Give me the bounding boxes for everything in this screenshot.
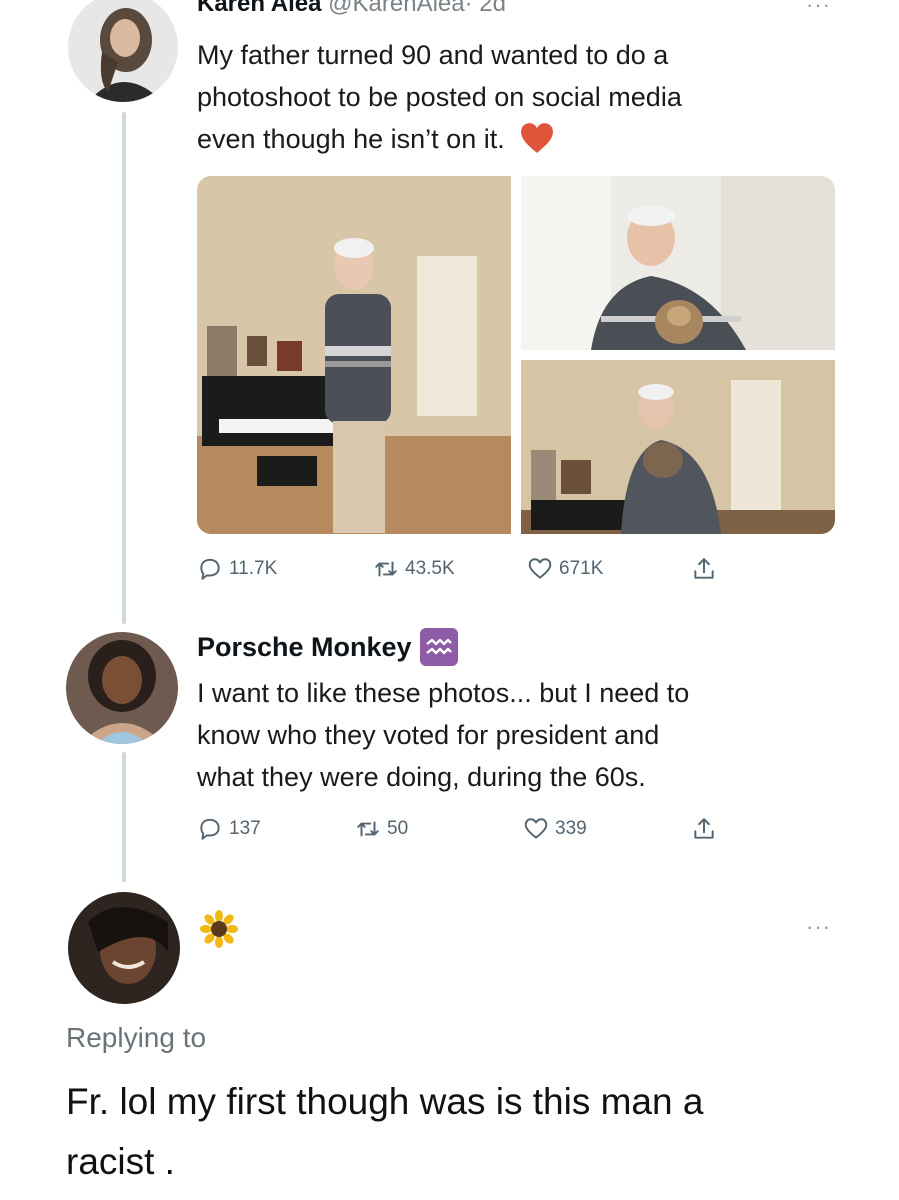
- sunflower-emoji: [200, 910, 238, 948]
- reply-count: 137: [229, 818, 261, 839]
- heart-icon: [524, 818, 548, 839]
- like-count: 671K: [559, 558, 604, 579]
- author-handle[interactable]: @KarenAlea: [328, 0, 464, 17]
- share-action[interactable]: [691, 556, 717, 582]
- reply-author-name[interactable]: Porsche Monkey: [197, 632, 412, 663]
- tweet-time: · 2d: [464, 0, 506, 17]
- retweet-action[interactable]: 43.5K: [373, 556, 455, 582]
- aquarius-icon: [419, 628, 458, 666]
- reply-body: Fr. lol my first though was is this man …: [66, 1081, 704, 1182]
- author-name[interactable]: Karen Alea: [197, 0, 322, 17]
- share-action[interactable]: [691, 816, 717, 842]
- media-grid: [197, 176, 835, 534]
- reply-icon: [200, 818, 220, 840]
- like-action[interactable]: 671K: [527, 556, 603, 582]
- reply-action[interactable]: 11.7K: [197, 556, 277, 582]
- avatar-third[interactable]: [68, 892, 180, 1004]
- thread-line-2: [122, 752, 126, 882]
- share-icon: [694, 818, 714, 839]
- tweet-actions: 11.7K 43.5K 671K: [197, 556, 757, 586]
- avatar-porsche[interactable]: [66, 632, 178, 744]
- replying-to-label: Replying to: [66, 1022, 207, 1053]
- reply-count: 11.7K: [229, 558, 278, 579]
- share-icon: [694, 558, 714, 579]
- thread-line-1: [122, 112, 126, 624]
- tweet-text: My father turned 90 and wanted to do a p…: [197, 40, 682, 154]
- heart-icon: [528, 558, 552, 579]
- heart-emoji: [521, 123, 554, 153]
- tweet-header: Karen Alea @KarenAlea· 2d: [197, 0, 506, 18]
- retweet-icon: [357, 821, 379, 837]
- reply-header: Porsche Monkey: [197, 628, 458, 666]
- reply-actions: 137 50 339: [197, 816, 757, 846]
- more-options-icon[interactable]: ···: [806, 914, 831, 940]
- retweet-icon: [375, 561, 397, 577]
- reply-action[interactable]: 137: [197, 816, 261, 842]
- retweet-action[interactable]: 50: [355, 816, 408, 842]
- like-count: 339: [555, 818, 587, 839]
- more-options-icon[interactable]: ···: [806, 0, 831, 18]
- reply-text: I want to like these photos... but I nee…: [197, 678, 690, 792]
- photo-dog[interactable]: [521, 176, 835, 350]
- photo-hug[interactable]: [521, 360, 835, 534]
- retweet-count: 50: [387, 818, 409, 839]
- photo-piano[interactable]: [197, 176, 511, 534]
- avatar-karen[interactable]: [68, 0, 178, 102]
- retweet-count: 43.5K: [405, 558, 455, 579]
- like-action[interactable]: 339: [523, 816, 587, 842]
- reply-icon: [200, 558, 220, 580]
